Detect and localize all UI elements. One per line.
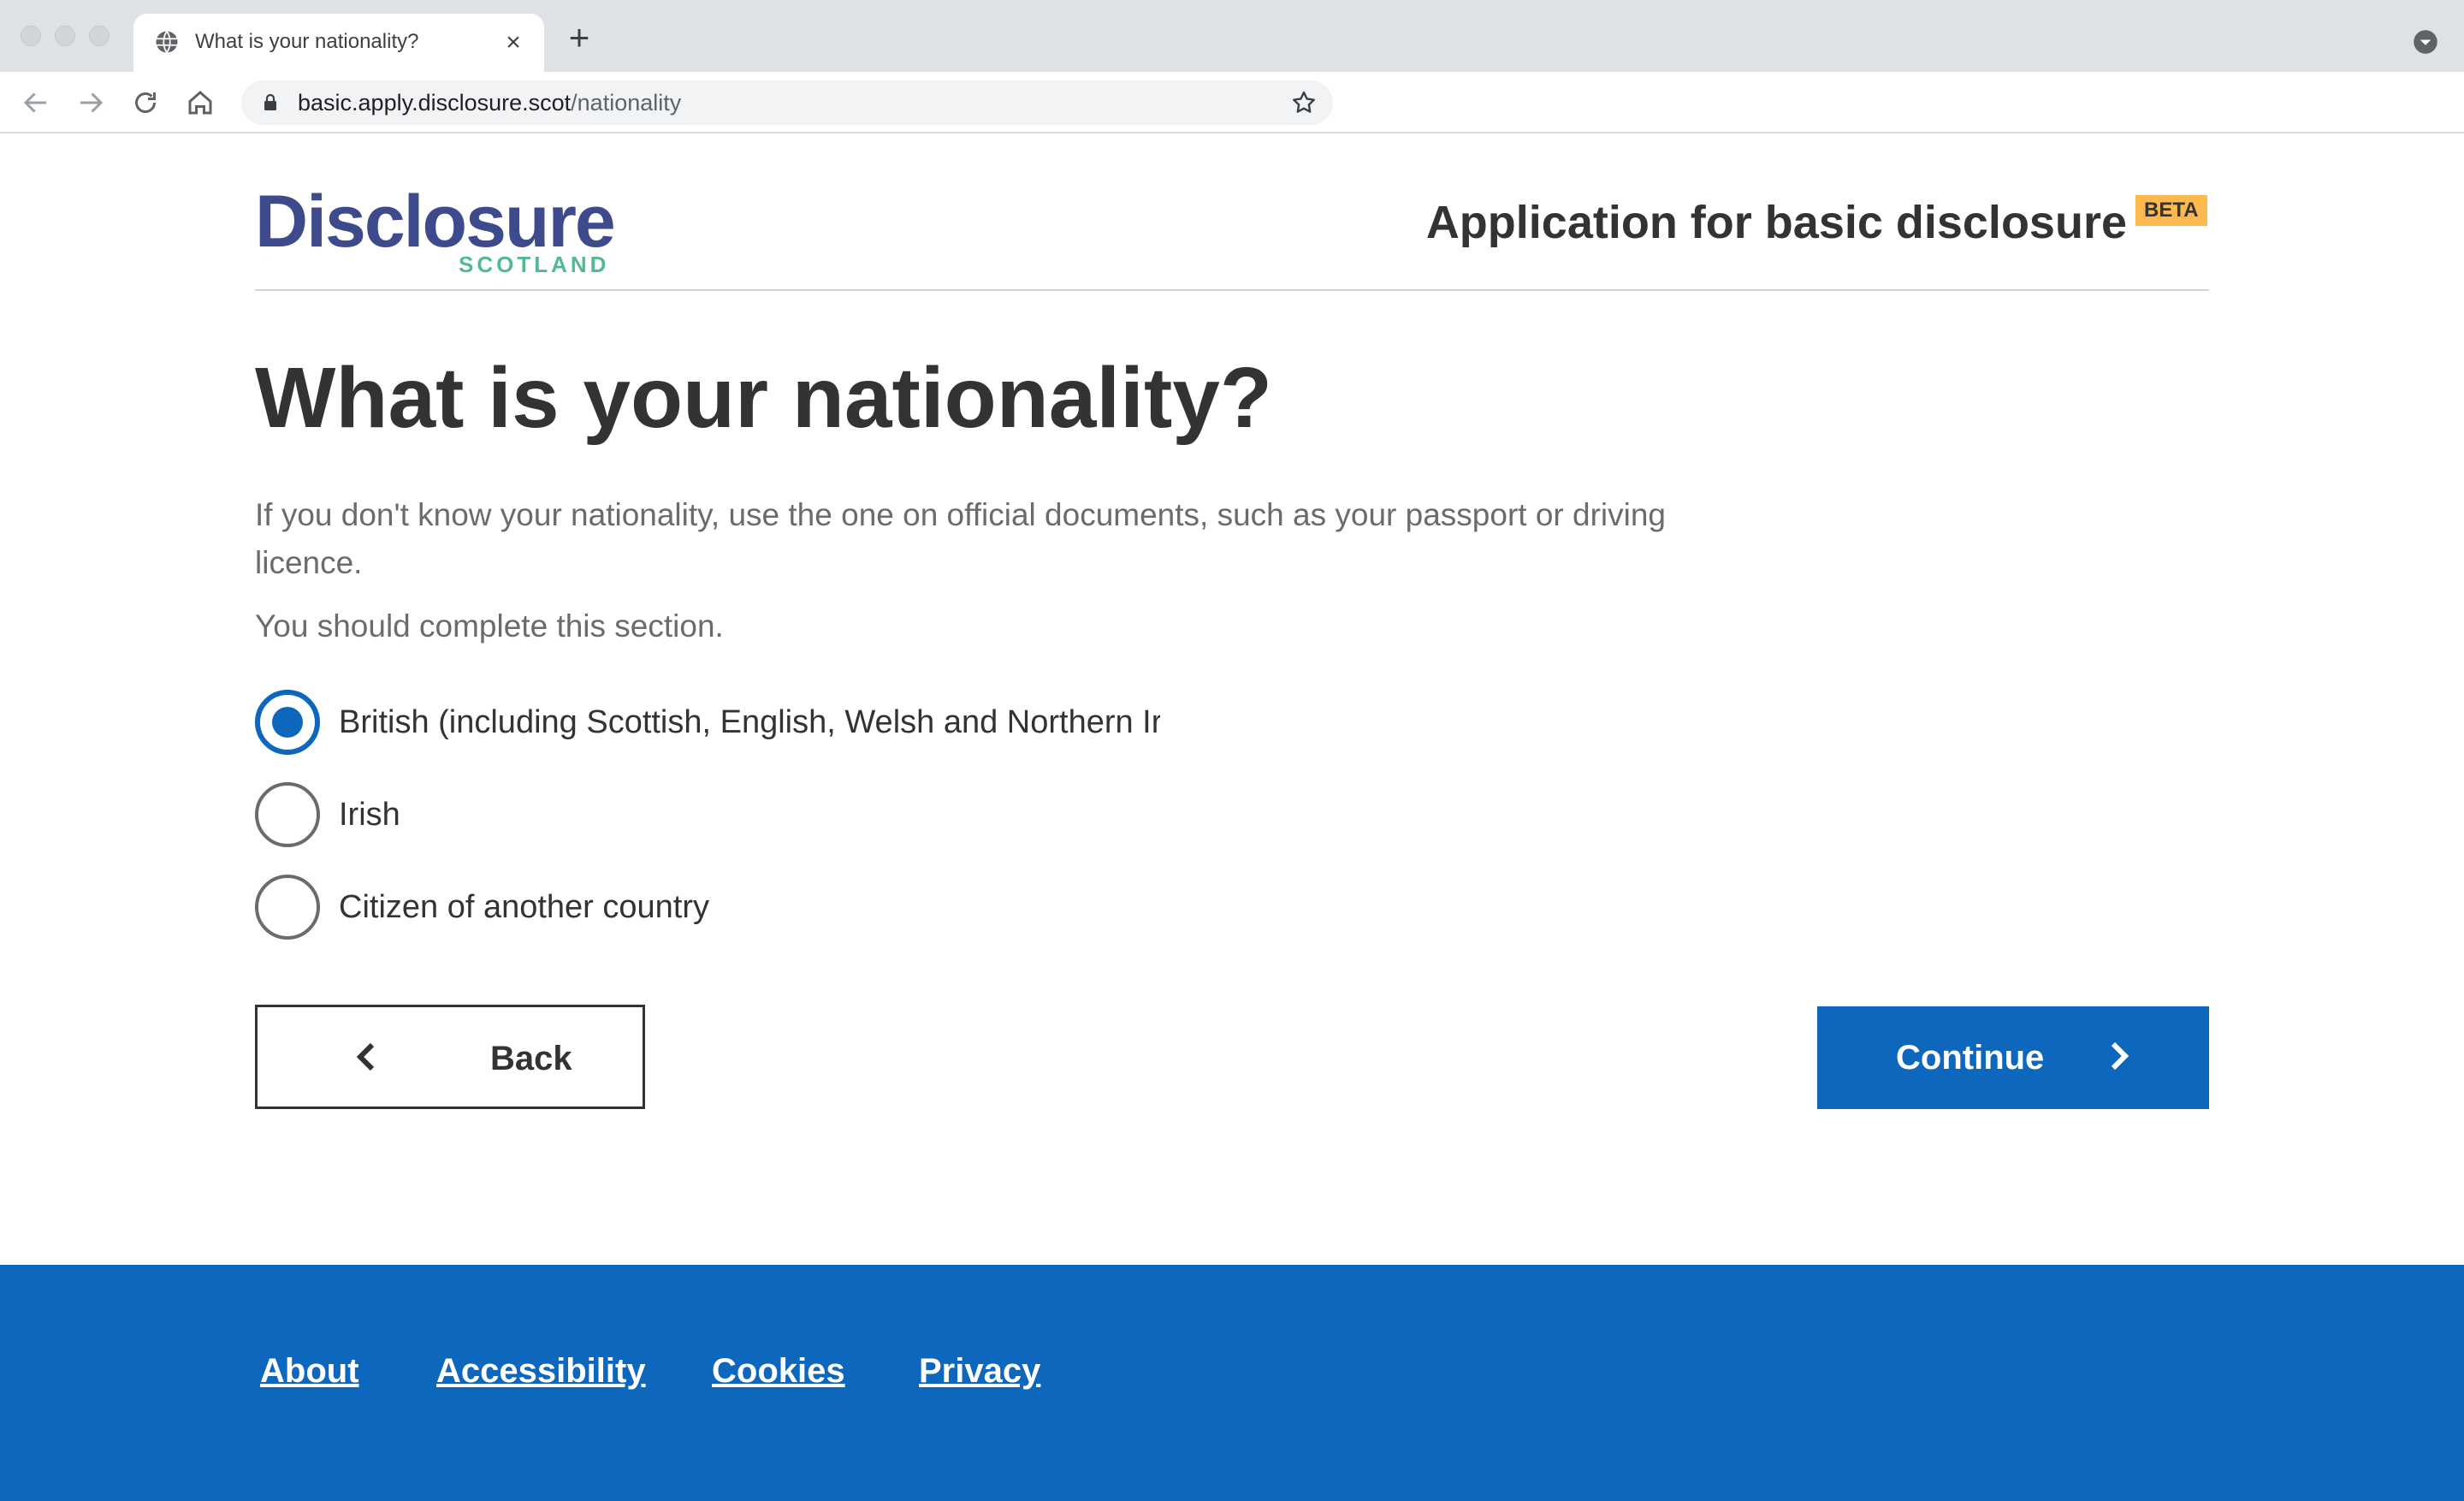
radio-label-other-country: Citizen of another country — [339, 889, 710, 925]
hint-text: If you don't know your nationality, use … — [255, 497, 1667, 580]
browser-tab[interactable]: What is your nationality? × — [133, 14, 544, 72]
window-minimize-dot[interactable] — [55, 26, 75, 46]
continue-button-label: Continue — [1896, 1039, 2045, 1077]
window-zoom-dot[interactable] — [89, 26, 110, 46]
plus-icon[interactable]: + — [565, 20, 594, 56]
url-path: /nationality — [571, 90, 682, 116]
radio-option-irish[interactable]: Irish — [255, 782, 1453, 847]
url-host: basic.apply.disclosure.scot — [298, 90, 572, 116]
radio-button-british[interactable] — [255, 690, 320, 755]
service-name: Application for basic disclosure — [1425, 197, 2127, 248]
radio-label-british: British (including Scottish, English, We… — [339, 704, 1160, 740]
forward-arrow-icon[interactable] — [75, 87, 106, 118]
logo-subtitle: SCOTLAND — [459, 252, 610, 277]
continue-button[interactable]: Continue — [1817, 1006, 2209, 1109]
page-title: What is your nationality? — [255, 350, 1272, 446]
browser-toolbar: basic.apply.disclosure.scot/nationality — [0, 72, 2464, 133]
radio-button-irish[interactable] — [255, 782, 320, 847]
reload-icon[interactable] — [130, 87, 161, 118]
close-icon[interactable]: × — [501, 30, 525, 56]
lock-icon — [264, 93, 276, 110]
radio-option-other-country[interactable]: Citizen of another country — [255, 875, 1453, 940]
chevron-left-icon — [356, 1042, 375, 1071]
back-button[interactable]: Back — [255, 1005, 645, 1109]
url-text: basic.apply.disclosure.scot/nationality — [298, 89, 681, 116]
home-icon[interactable] — [185, 87, 216, 118]
tab-title: What is your nationality? — [195, 30, 419, 53]
star-icon[interactable] — [1290, 89, 1318, 116]
radio-option-british[interactable]: British (including Scottish, English, We… — [255, 690, 1453, 755]
chevron-down-icon[interactable] — [2413, 29, 2438, 55]
disclosure-scotland-logo[interactable]: Disclosure SCOTLAND — [255, 185, 616, 279]
beta-tag: BETA — [2135, 195, 2207, 226]
radio-button-other-country[interactable] — [255, 875, 320, 940]
header-divider — [255, 289, 2209, 291]
footer-link-accessibility[interactable]: Accessibility — [436, 1350, 646, 1391]
globe-icon — [156, 31, 178, 53]
chevron-right-icon — [2111, 1041, 2129, 1071]
footer-link-about[interactable]: About — [260, 1350, 359, 1391]
footer-link-privacy[interactable]: Privacy — [919, 1350, 1040, 1391]
footer-link-cookies[interactable]: Cookies — [712, 1350, 845, 1391]
back-arrow-icon[interactable] — [21, 87, 51, 118]
back-button-label: Back — [490, 1040, 572, 1077]
completion-hint: You should complete this section. — [255, 608, 724, 644]
footer: About Accessibility Cookies Privacy — [0, 1265, 2464, 1501]
window-close-dot[interactable] — [21, 26, 41, 46]
address-bar[interactable]: basic.apply.disclosure.scot/nationality — [241, 80, 1333, 125]
browser-tab-bar: What is your nationality? × + — [0, 0, 2464, 72]
radio-label-irish: Irish — [339, 797, 400, 833]
logo-wordmark: Disclosure — [255, 181, 616, 263]
